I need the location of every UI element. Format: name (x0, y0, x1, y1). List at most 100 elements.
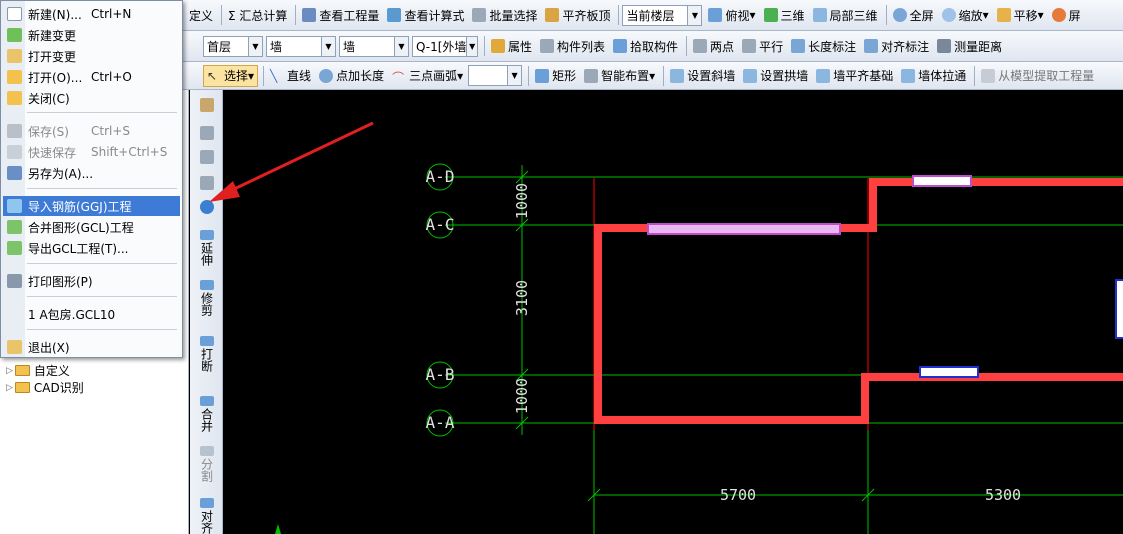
arc-icon: ⌒ (392, 70, 405, 85)
aligned-dim-button[interactable]: 对齐标注 (861, 35, 932, 57)
wall-extend-button[interactable]: 墙体拉通 (898, 65, 969, 87)
move-tool[interactable] (190, 176, 223, 192)
arch-wall-icon (743, 68, 758, 83)
file-menu: 新建(N)... Ctrl+N 新建变更 打开变更 打开(O)... Ctrl+O … (0, 0, 183, 358)
point-length-button[interactable]: 点加长度 (316, 65, 387, 87)
axis-bubbles (426, 163, 454, 437)
tree-item-custom[interactable]: ▷ 自定义 (6, 362, 70, 379)
fullscreen-button[interactable]: 全屏 (890, 4, 937, 26)
copy-icon (199, 126, 214, 140)
pick-component-button[interactable]: 拾取构件 (610, 35, 681, 57)
tree-item-cad[interactable]: ▷ CAD识别 (6, 379, 84, 396)
new-file-icon (7, 7, 22, 21)
properties-icon (491, 39, 505, 53)
local-3d-button[interactable]: 局部三维 (810, 4, 881, 26)
set-slant-wall-button[interactable]: 设置斜墙 (667, 65, 738, 87)
menu-close[interactable]: 关闭(C) (3, 88, 180, 108)
wall-extend-icon (901, 68, 916, 83)
rectangle-icon (535, 68, 550, 83)
wall-outline[interactable] (594, 178, 1123, 424)
extract-quantity-button[interactable]: 从模型提取工程量 (978, 65, 1097, 87)
menu-save[interactable]: 保存(S) Ctrl+S (3, 121, 180, 141)
type-dropdown[interactable]: 墙 ▼ (339, 35, 409, 57)
zoom-fit-icon (892, 8, 907, 22)
menu-exit[interactable]: 退出(X) (3, 337, 180, 357)
rotate-icon (1051, 8, 1066, 22)
batch-select-button[interactable]: 批量选择 (469, 4, 540, 26)
break-icon (199, 336, 214, 346)
mirror-tool[interactable] (190, 150, 223, 166)
menu-quick-save[interactable]: 快速保存 Shift+Ctrl+S (3, 142, 180, 162)
line-button[interactable]: ╲ 直线 (267, 65, 314, 87)
view-quantity-button[interactable]: 查看工程量 (299, 4, 382, 26)
zoom-button[interactable]: 缩放 ▾ (939, 4, 992, 26)
align-slab-top-button[interactable]: 平齐板顶 (542, 4, 613, 26)
wall-align-foundation-button[interactable]: 墙平齐基础 (813, 65, 896, 87)
menu-save-as[interactable]: 另存为(A)... (3, 163, 180, 183)
paint-tool[interactable] (190, 98, 223, 114)
floor-dropdown[interactable]: 首层 ▼ (203, 35, 263, 57)
two-points-button[interactable]: 两点 (690, 35, 737, 57)
axis-label: A-D (426, 167, 455, 186)
component-list-button[interactable]: 构件列表 (537, 35, 608, 57)
smart-layout-button[interactable]: 智能布置 ▾ (581, 65, 658, 87)
menu-merge-gcl[interactable]: 合并图形(GCL)工程 (3, 217, 180, 237)
parallel-icon (742, 39, 757, 53)
trim-tool[interactable]: 修剪 (190, 280, 223, 316)
dimension-label: 1000 (513, 183, 531, 219)
menu-open-change[interactable]: 打开变更 (3, 46, 180, 66)
menu-new[interactable]: 新建(N)... Ctrl+N (3, 4, 180, 24)
brush-icon (199, 98, 214, 112)
3d-view-button[interactable]: 三维 (761, 4, 808, 26)
floor-select-dropdown[interactable]: 当前楼层 ▼ (622, 4, 703, 26)
zoom-icon (941, 8, 956, 22)
rectangle-button[interactable]: 矩形 (532, 65, 579, 87)
view-formula-button[interactable]: 查看计算式 (384, 4, 467, 26)
length-dim-button[interactable]: 长度标注 (788, 35, 859, 57)
rotate-icon (199, 200, 214, 214)
split-icon (199, 446, 214, 456)
modify-toolstrip: 延伸 修剪 打断 合并 分割 对齐 (190, 90, 223, 534)
menu-new-change[interactable]: 新建变更 (3, 25, 180, 45)
split-tool[interactable]: 分割 (190, 446, 223, 482)
align-tool[interactable]: 对齐 (190, 498, 223, 534)
menu-open[interactable]: 打开(O)... Ctrl+O (3, 67, 180, 87)
parallel-button[interactable]: 平行 (739, 35, 786, 57)
menu-import-ggj[interactable]: 导入钢筋(GGJ)工程 (3, 196, 180, 216)
summary-calc-button[interactable]: Σ 汇总计算 (225, 4, 290, 26)
break-tool[interactable]: 打断 (190, 336, 223, 372)
window-openings[interactable] (647, 175, 1123, 378)
drawing-canvas[interactable]: A-D A-C A-B A-A 1000 3100 1000 5700 5300 (223, 90, 1123, 534)
cursor-icon: ↖ (207, 68, 218, 83)
measure-icon (937, 39, 952, 53)
set-arch-wall-button[interactable]: 设置拱墙 (740, 65, 811, 87)
save-icon (7, 124, 22, 138)
length-dim-icon (791, 39, 806, 53)
properties-button[interactable]: 属性 (488, 35, 535, 57)
select-button[interactable]: ↖ 选择 ▾ (203, 64, 259, 87)
category-dropdown[interactable]: 墙 ▼ (266, 35, 336, 57)
component-dropdown[interactable]: Q-1[外墙 ▼ (412, 35, 478, 57)
3d-icon (763, 8, 778, 22)
merge-icon (7, 220, 22, 234)
measure-distance-button[interactable]: 测量距离 (934, 35, 1005, 57)
menu-export-gcl[interactable]: 导出GCL工程(T)... (3, 238, 180, 258)
copy-tool[interactable] (190, 126, 223, 142)
three-point-arc-button[interactable]: ⌒ 三点画弧 ▾ (389, 65, 466, 87)
rotate-tool[interactable] (190, 200, 223, 216)
screen-button[interactable]: 屏 (1049, 4, 1084, 26)
top-view-button[interactable]: 俯视 ▾ (705, 4, 758, 26)
pick-icon (613, 39, 628, 53)
axis-lines (445, 165, 1123, 534)
menu-print[interactable]: 打印图形(P) (3, 271, 180, 291)
menu-recent-file[interactable]: 1 A包房.GCL10 (3, 304, 180, 324)
smart-layout-icon (584, 68, 599, 83)
arc-option-dropdown[interactable]: ▼ (468, 65, 523, 86)
open-change-icon (7, 49, 22, 63)
dimension-label: 3100 (513, 280, 531, 316)
define-button[interactable]: 定义 (186, 4, 216, 26)
pan-button[interactable]: 平移 ▾ (994, 4, 1047, 26)
merge-tool[interactable]: 合并 (190, 396, 223, 432)
extend-tool[interactable]: 延伸 (190, 230, 223, 266)
two-points-icon (693, 39, 708, 53)
